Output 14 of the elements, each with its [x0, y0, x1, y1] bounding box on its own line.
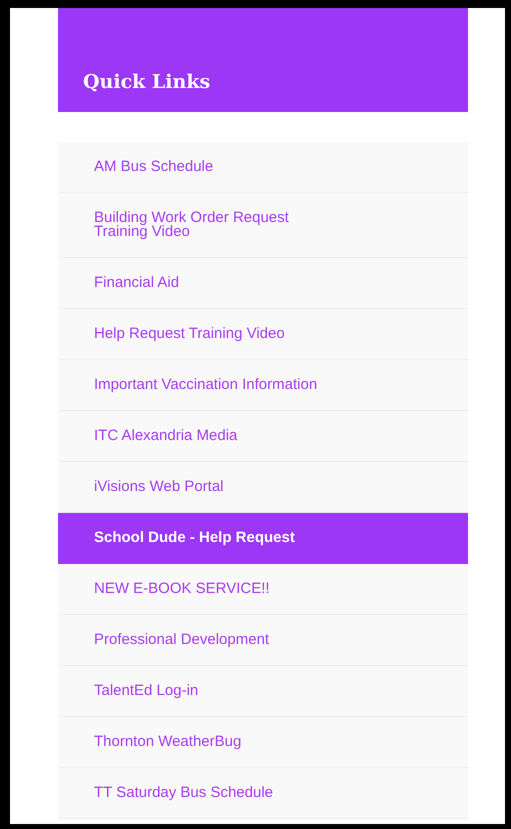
quick-link[interactable]: NEW E-BOOK SERVICE!!: [58, 564, 468, 615]
quick-link[interactable]: Important Vaccination Information: [58, 360, 468, 411]
quick-link[interactable]: Help Request Training Video: [58, 309, 468, 360]
quick-link[interactable]: Financial Aid: [58, 258, 468, 309]
quick-link[interactable]: Thornton WeatherBug: [58, 717, 468, 768]
panel-title: Quick Links: [83, 70, 210, 94]
quick-link[interactable]: TalentEd Log-in: [58, 666, 468, 717]
quick-link[interactable]: iVisions Web Portal: [58, 462, 468, 513]
quick-link[interactable]: TT Saturday Bus Schedule: [58, 768, 468, 819]
quick-link[interactable]: AM Bus Schedule: [58, 142, 468, 193]
quick-link[interactable]: ITC Alexandria Media: [58, 411, 468, 462]
quick-link[interactable]: Building Work Order Request Training Video: [58, 193, 468, 258]
quick-link[interactable]: Professional Development: [58, 615, 468, 666]
quick-link[interactable]: School Dude - Help Request: [58, 513, 468, 564]
